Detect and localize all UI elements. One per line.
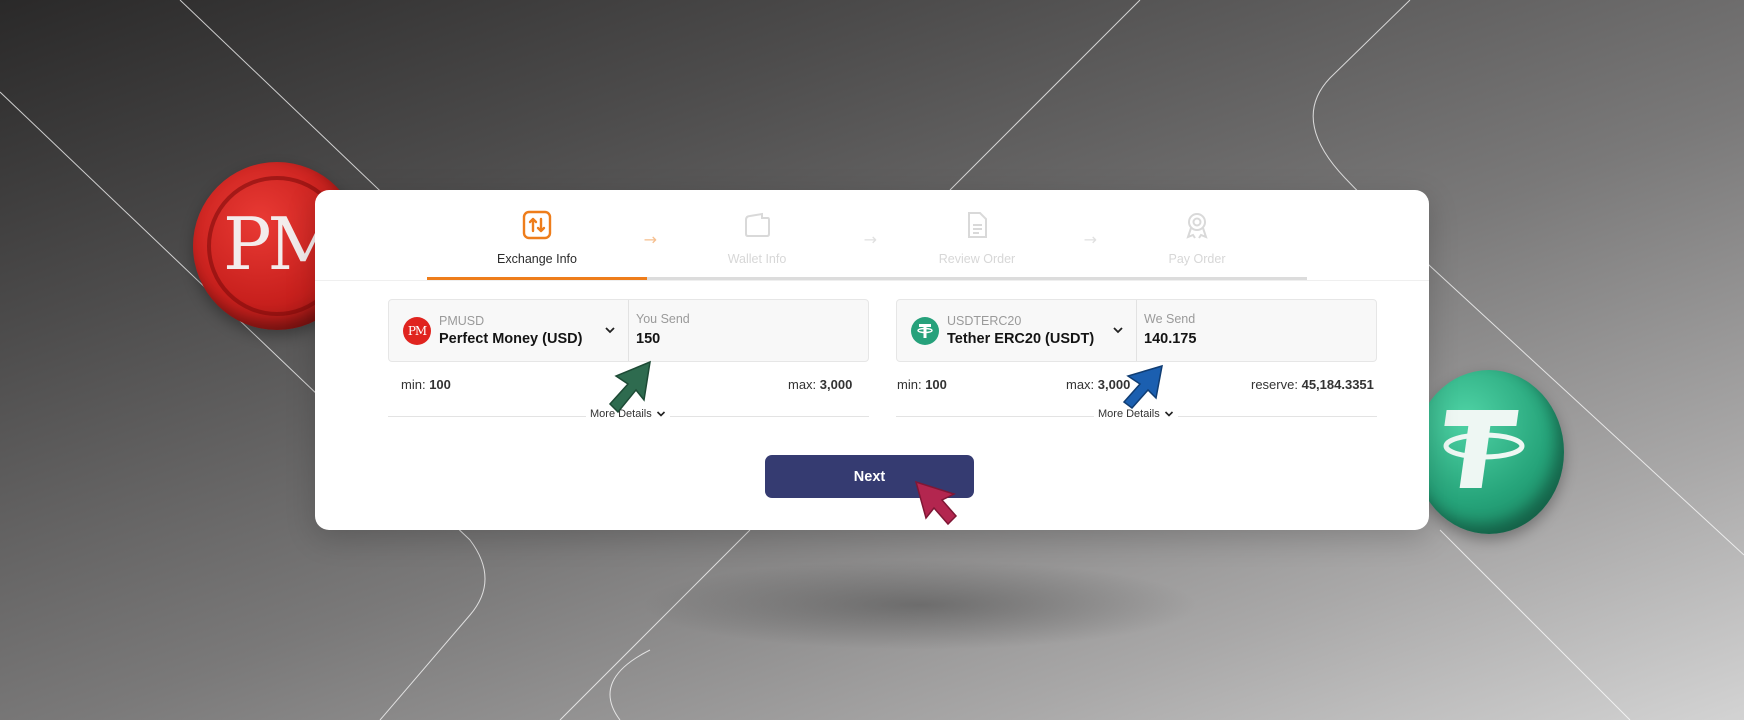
document-icon: [968, 212, 987, 238]
step-pay-order[interactable]: Pay Order: [1087, 190, 1307, 280]
send-currency-name: Perfect Money (USD): [439, 331, 583, 347]
red-cursor-icon: [914, 480, 958, 526]
pm-logo-text: PM: [407, 323, 427, 338]
send-max: max: 3,000: [788, 377, 853, 392]
tether-icon: [917, 323, 933, 338]
chevron-down-icon: [656, 411, 665, 417]
send-min: min: 100: [401, 377, 451, 392]
step-label: Wallet Info: [727, 252, 787, 266]
card-shadow: [640, 560, 1200, 650]
wallet-icon: [745, 212, 770, 237]
send-currency-select[interactable]: PM PMUSD Perfect Money (USD): [389, 300, 629, 361]
send-field: PM PMUSD Perfect Money (USD) You Send: [388, 299, 869, 362]
step-review-order[interactable]: Review Order →: [867, 190, 1097, 280]
blue-cursor-icon: [1122, 364, 1163, 410]
green-cursor-icon: [608, 360, 651, 414]
step-label: Review Order: [938, 252, 1016, 266]
receive-field: USDTERC20 Tether ERC20 (USDT) We Send: [896, 299, 1377, 362]
tether-logo-icon: [911, 316, 939, 345]
receive-amount-label: We Send: [1144, 312, 1196, 326]
header-divider: [315, 280, 1429, 281]
step-exchange-info[interactable]: Exchange Info →: [427, 190, 657, 280]
receive-currency-select[interactable]: USDTERC20 Tether ERC20 (USDT): [897, 300, 1137, 361]
step-label: Pay Order: [1168, 252, 1226, 266]
send-amount-input[interactable]: [636, 331, 861, 347]
tether-coin-logo-icon: [1443, 410, 1525, 488]
receive-currency-code: USDTERC20: [947, 314, 1022, 328]
tether-coin: [1414, 370, 1564, 534]
send-currency-code: PMUSD: [439, 314, 485, 328]
perfect-money-logo-icon: PM: [403, 316, 431, 345]
step-wallet-info[interactable]: Wallet Info →: [647, 190, 877, 280]
progress-steps: Exchange Info → Wallet Info → Review Ord…: [427, 190, 1307, 280]
chevron-down-icon[interactable]: [604, 324, 616, 336]
exchange-card: Exchange Info → Wallet Info → Review Ord…: [315, 190, 1429, 530]
chevron-down-icon[interactable]: [1112, 324, 1124, 336]
step-label: Exchange Info: [497, 252, 577, 266]
receive-currency-name: Tether ERC20 (USDT): [947, 331, 1095, 347]
send-amount-label: You Send: [636, 312, 690, 326]
receive-min: min: 100: [897, 377, 947, 392]
receive-reserve: reserve: 45,184.3351: [1251, 377, 1374, 392]
award-icon: [1186, 213, 1208, 239]
exchange-arrows-icon: [522, 210, 552, 240]
receive-amount-input[interactable]: [1144, 331, 1369, 347]
